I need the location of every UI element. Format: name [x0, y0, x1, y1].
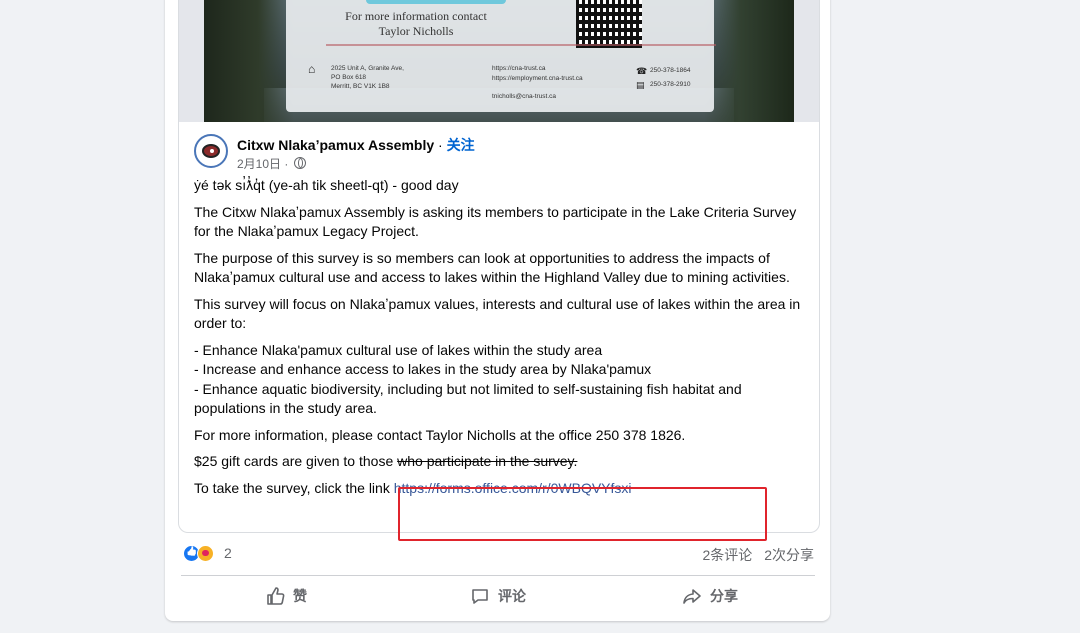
post-paragraph: This survey will focus on Nlakaʼpamux va… [194, 295, 801, 332]
share-button[interactable]: 分享 [605, 578, 815, 614]
action-bar: 赞 评论 分享 [181, 578, 815, 614]
follow-button[interactable]: 关注 [447, 137, 475, 153]
highlight-box [398, 487, 767, 541]
comment-label: 评论 [498, 588, 526, 604]
comment-button[interactable]: 评论 [393, 578, 603, 614]
bullet-item: - Enhance aquatic biodiversity, includin… [194, 380, 742, 417]
like-button[interactable]: 赞 [181, 578, 391, 614]
meta-separator: · [284, 157, 289, 171]
location-pin-icon: ⌂ [308, 62, 316, 76]
gift-card-line: $25 gift cards are given to those who pa… [194, 453, 578, 469]
globe-icon[interactable] [293, 157, 306, 169]
share-label: 分享 [710, 588, 738, 604]
poster-email: tnicholls@cna-trust.ca [492, 93, 557, 100]
like-label: 赞 [293, 588, 307, 604]
poster-address: 2025 Unit A, Granite Ave, PO Box 618 Mer… [331, 65, 404, 90]
post-paragraph: For more information, please contact Tay… [194, 426, 686, 443]
comment-icon [472, 589, 488, 604]
poster-contact-name: Taylor Nicholls [378, 24, 454, 38]
divider [181, 575, 815, 576]
greeting-line: ẏé tək sı̓ƛ̓q̓t (ye-ah tik sheetl-qt) - … [194, 177, 459, 193]
engagement-stats: 2条评论 2次分享 [695, 545, 814, 565]
reaction-count[interactable]: 2 [224, 545, 232, 561]
thumbs-up-icon [267, 587, 285, 605]
separator: · [438, 137, 443, 153]
post-paragraph: The Citxw Nlakaʼpamux Assembly is asking… [194, 203, 797, 240]
phone-icon: ☎ [636, 66, 648, 76]
fax-icon: ▤ [636, 80, 645, 90]
poster-contact-line: For more information contact [345, 9, 487, 23]
post-date[interactable]: 2月10日 [237, 157, 281, 171]
bullet-item: - Increase and enhance access to lakes i… [194, 361, 652, 377]
author-name[interactable]: Citxw Nlakaʼpamux Assembly [237, 137, 434, 153]
page-avatar[interactable] [194, 134, 228, 168]
poster-fax: 250-378-2910 [650, 81, 691, 88]
qr-code [576, 0, 642, 48]
care-reaction-icon [197, 545, 214, 562]
poster-url-1: https://cna-trust.ca [492, 65, 546, 72]
bullet-item: - Enhance Nlaka'pamux cultural use of la… [194, 341, 603, 358]
shared-post-container: For more information contact Taylor Nich… [178, 0, 820, 533]
poster-image: For more information contact Taylor Nich… [286, 0, 716, 112]
share-icon [683, 589, 701, 604]
share-count[interactable]: 2次分享 [764, 547, 814, 563]
post-paragraph: The purpose of this survey is so members… [194, 249, 790, 286]
post-body: ẏé tək sı̓ƛ̓q̓t (ye-ah tik sheetl-qt) - … [194, 176, 804, 505]
shared-photo[interactable]: For more information contact Taylor Nich… [204, 0, 794, 122]
poster-phone: 250-378-1864 [650, 67, 691, 74]
comment-count[interactable]: 2条评论 [703, 547, 753, 563]
shared-image-frame[interactable]: For more information contact Taylor Nich… [179, 0, 819, 122]
poster-url-2: https://employment.cna-trust.ca [492, 75, 583, 82]
